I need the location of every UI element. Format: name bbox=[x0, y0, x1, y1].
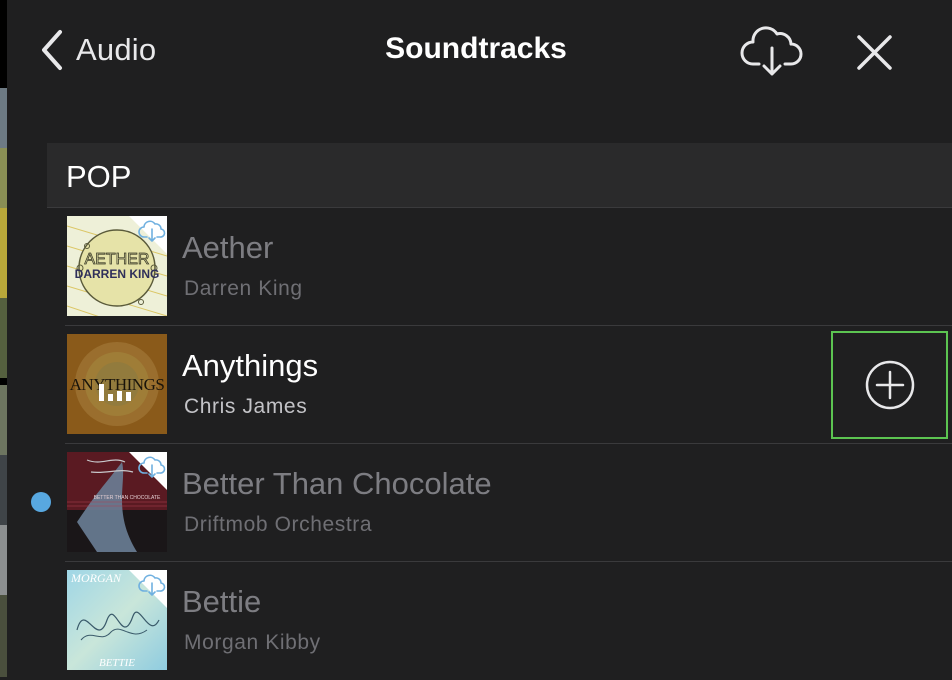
track-row-bettie[interactable]: MORGAN BETTIE Bettie Morgan Kibby bbox=[65, 562, 952, 680]
track-name: Anythings bbox=[182, 348, 319, 383]
track-artist: Driftmob Orchestra bbox=[184, 513, 373, 536]
art-text: AETHER bbox=[85, 251, 150, 268]
scroll-indicator-dot bbox=[31, 492, 51, 512]
download-all-button[interactable] bbox=[739, 24, 805, 80]
track-name: Bettie bbox=[182, 584, 262, 619]
album-art: ANYTHINGS bbox=[67, 334, 167, 434]
art-text: MORGAN bbox=[70, 571, 122, 585]
album-art: MORGAN BETTIE bbox=[67, 570, 167, 670]
track-row-aether[interactable]: AETHER DARREN KING Aether Darren King bbox=[65, 208, 952, 326]
track-artist: Chris James bbox=[184, 395, 308, 418]
background-video-strip bbox=[0, 0, 7, 677]
chevron-left-icon bbox=[42, 30, 62, 70]
back-button[interactable]: Audio bbox=[40, 28, 156, 72]
track-artist: Darren King bbox=[184, 277, 303, 300]
track-name: Aether bbox=[182, 230, 274, 265]
album-art: BETTER THAN CHOCOLATE bbox=[67, 452, 167, 552]
track-row-better-than-chocolate[interactable]: BETTER THAN CHOCOLATE Better Than Chocol… bbox=[65, 444, 952, 562]
track-row-anythings[interactable]: ANYTHINGS Anythings Chris James bbox=[65, 326, 952, 444]
close-button[interactable] bbox=[850, 30, 900, 76]
art-text: BETTER THAN CHOCOLATE bbox=[94, 495, 161, 501]
art-text: BETTIE bbox=[99, 657, 135, 669]
page-title: Soundtracks bbox=[385, 32, 567, 65]
section-header: POP bbox=[47, 143, 952, 208]
plus-circle-icon bbox=[865, 360, 914, 410]
album-art: AETHER DARREN KING bbox=[67, 216, 167, 316]
close-icon bbox=[857, 35, 892, 70]
section-label: POP bbox=[66, 159, 132, 194]
back-label: Audio bbox=[76, 32, 157, 67]
art-text: DARREN KING bbox=[75, 267, 160, 281]
add-soundtrack-button[interactable] bbox=[831, 331, 948, 439]
cloud-download-icon bbox=[740, 26, 803, 76]
track-name: Better Than Chocolate bbox=[182, 466, 492, 501]
track-artist: Morgan Kibby bbox=[184, 631, 321, 654]
